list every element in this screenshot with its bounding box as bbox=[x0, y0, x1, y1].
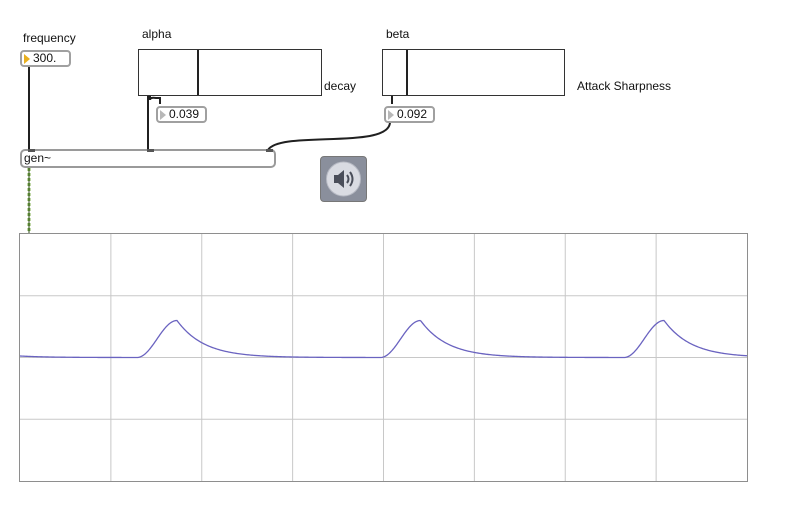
beta-slider[interactable] bbox=[382, 49, 565, 96]
audio-toggle-button[interactable] bbox=[320, 156, 367, 202]
frequency-numbox[interactable]: 300. bbox=[20, 50, 71, 67]
attack-numbox[interactable]: 0.092 bbox=[384, 106, 435, 123]
numbox-arrow-icon bbox=[160, 110, 166, 120]
gen-object-text: gen~ bbox=[24, 151, 52, 165]
speaker-icon bbox=[326, 161, 361, 197]
attack-sharpness-label: Attack Sharpness bbox=[577, 79, 672, 93]
patchcord-alpha-to-numbox[interactable] bbox=[149, 96, 161, 104]
oscilloscope[interactable] bbox=[19, 233, 748, 482]
attack-value: 0.092 bbox=[397, 107, 428, 121]
frequency-label: frequency bbox=[23, 31, 76, 45]
decay-value: 0.039 bbox=[169, 107, 200, 121]
decay-label: decay bbox=[324, 79, 357, 93]
numbox-arrow-icon bbox=[388, 110, 394, 120]
alpha-slider[interactable] bbox=[138, 49, 322, 96]
beta-slider-knob[interactable] bbox=[406, 50, 408, 95]
frequency-value: 300. bbox=[33, 51, 57, 65]
gen-inlet-1[interactable] bbox=[28, 149, 35, 152]
beta-label: beta bbox=[386, 27, 410, 41]
scope-display bbox=[19, 234, 748, 481]
alpha-slider-knob[interactable] bbox=[197, 50, 199, 95]
patchcord-beta-to-gen[interactable] bbox=[267, 121, 391, 151]
decay-numbox[interactable]: 0.039 bbox=[156, 106, 207, 123]
alpha-label: alpha bbox=[142, 27, 172, 41]
gen-object[interactable]: gen~ bbox=[20, 149, 276, 168]
gen-inlet-3[interactable] bbox=[266, 149, 273, 152]
gen-inlet-2[interactable] bbox=[147, 149, 154, 152]
numbox-arrow-icon bbox=[24, 54, 30, 64]
